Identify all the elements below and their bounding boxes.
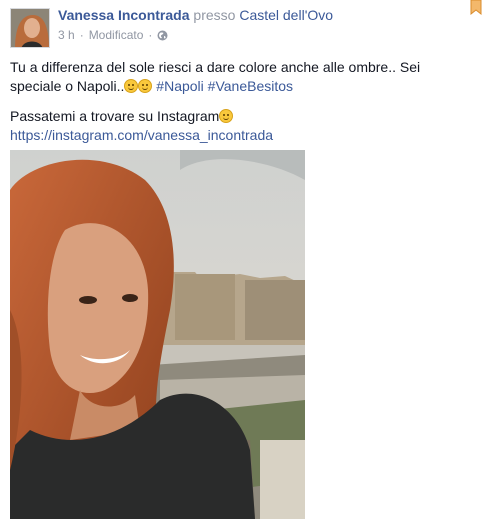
bookmark-corner-icon[interactable] <box>470 0 482 16</box>
edited-link[interactable]: Modificato <box>89 28 144 42</box>
presso-text: presso <box>193 7 236 23</box>
hashtag-link-vanebesitos[interactable]: #VaneBesitos <box>208 78 293 94</box>
smiley-emoji-icon <box>124 79 139 93</box>
instagram-link[interactable]: https://instagram.com/vanessa_incontrada <box>10 127 273 143</box>
post-meta: 3 h · Modificato · <box>58 28 168 42</box>
separator-dot: · <box>79 28 84 42</box>
post-photo[interactable] <box>10 150 305 519</box>
globe-icon[interactable] <box>157 30 168 41</box>
smiley-emoji-icon <box>138 79 153 93</box>
post-header: Vanessa Incontrada presso Castel dell'Ov… <box>58 7 333 23</box>
avatar[interactable] <box>10 8 50 48</box>
timestamp-link[interactable]: 3 h <box>58 28 75 42</box>
hashtag-link-napoli[interactable]: #Napoli <box>156 78 203 94</box>
post-text-line2: Passatemi a trovare su Instagram <box>10 108 220 124</box>
post-paragraph: Tu a differenza del sole riesci a dare c… <box>10 58 470 96</box>
author-name-link[interactable]: Vanessa Incontrada <box>58 7 190 23</box>
place-link[interactable]: Castel dell'Ovo <box>239 7 333 23</box>
smiley-emoji-icon <box>219 109 234 123</box>
separator-dot: · <box>148 28 153 42</box>
post-body: Tu a differenza del sole riesci a dare c… <box>10 58 470 145</box>
post-paragraph: Passatemi a trovare su Instagram https:/… <box>10 107 470 145</box>
